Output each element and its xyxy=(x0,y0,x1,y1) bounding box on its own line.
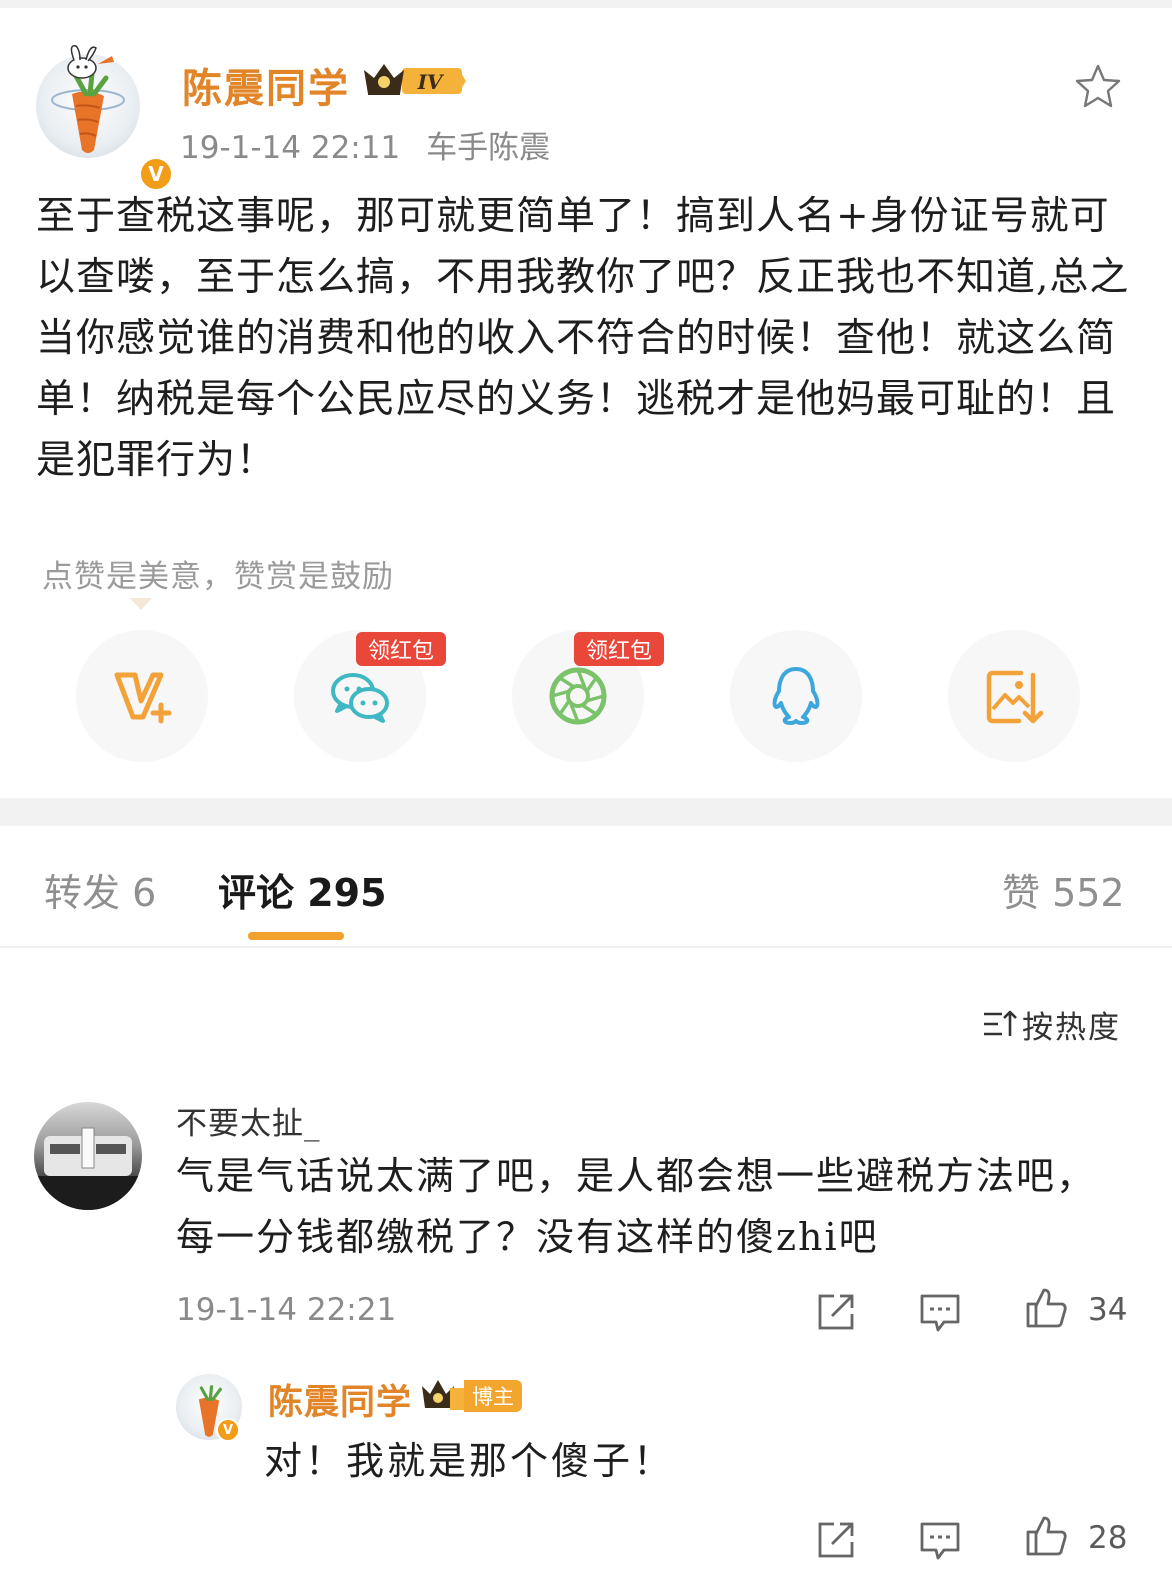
commenter-name[interactable]: 不要太扯_ xyxy=(176,1098,321,1143)
host-badge: 博主 xyxy=(464,1380,522,1412)
reply-text: 对！我就是那个傻子！ xyxy=(264,1439,675,1483)
author-avatar[interactable]: V xyxy=(36,40,174,192)
comment-like-count: 34 xyxy=(1088,1292,1128,1328)
top-divider xyxy=(0,0,1172,8)
qq-icon xyxy=(772,667,820,725)
tab-comments[interactable]: 评论 295 xyxy=(218,862,387,917)
redpack-tag: 领红包 xyxy=(356,632,446,666)
tab-likes[interactable]: 赞 552 xyxy=(1002,862,1125,917)
vplus-share-button[interactable] xyxy=(76,630,208,762)
v-plus-icon xyxy=(114,672,172,724)
qq-share-button[interactable] xyxy=(730,630,862,762)
level-crown-icon xyxy=(422,1380,466,1410)
bunny-icon xyxy=(67,45,114,79)
share-comment-icon[interactable] xyxy=(814,1518,858,1562)
reply-author-avatar[interactable]: V xyxy=(176,1374,244,1446)
sort-label: 按热度 xyxy=(1022,1009,1121,1046)
like-comment-icon[interactable] xyxy=(1024,1514,1068,1558)
author-name[interactable]: 陈震同学 xyxy=(182,56,350,114)
level-crown-badge: IV xyxy=(364,64,466,95)
post-device: 车手陈震 xyxy=(426,130,551,166)
post-body: 至于查税这事呢，那可就更简单了！搞到人名+身份证号就可以查喽，至于怎么搞，不用我… xyxy=(36,194,1130,483)
section-divider xyxy=(0,798,1172,826)
post-timestamp: 19-1-14 22:11 xyxy=(180,130,401,166)
tab-repost[interactable]: 转发 6 xyxy=(44,862,156,917)
redpack-tag: 领红包 xyxy=(574,632,664,666)
post-meta: 19-1-14 22:11 车手陈震 xyxy=(180,122,550,167)
tabs-divider xyxy=(0,946,1172,948)
reply-comment-icon[interactable] xyxy=(918,1518,962,1562)
sort-by-hot-button[interactable]: 按热度 xyxy=(982,1002,1121,1046)
sort-icon xyxy=(984,1010,1017,1036)
verified-icon: V xyxy=(216,1418,240,1442)
active-tab-indicator xyxy=(248,932,344,940)
share-comment-icon[interactable] xyxy=(814,1290,858,1334)
moments-icon xyxy=(549,667,607,725)
favorite-star-icon[interactable] xyxy=(1072,62,1124,112)
hint-pointer-icon xyxy=(130,598,152,610)
reply-comment-icon[interactable] xyxy=(918,1290,962,1334)
save-image-icon xyxy=(986,670,1044,724)
save-image-button[interactable] xyxy=(948,630,1080,762)
like-comment-icon[interactable] xyxy=(1024,1286,1068,1330)
comment-text: 气是气话说太满了吧，是人都会想一些避税方法吧，每一分钱都缴税了？没有这样的傻zh… xyxy=(176,1154,1097,1259)
reply-like-count: 28 xyxy=(1088,1520,1128,1556)
level-text: IV xyxy=(417,70,445,94)
comment-time: 19-1-14 22:21 xyxy=(176,1292,397,1328)
reply-author-name[interactable]: 陈震同学 xyxy=(268,1374,412,1425)
wechat-icon xyxy=(331,673,389,723)
commenter-avatar[interactable] xyxy=(34,1102,142,1210)
reward-hint: 点赞是美意，赞赏是鼓励 xyxy=(42,559,394,595)
